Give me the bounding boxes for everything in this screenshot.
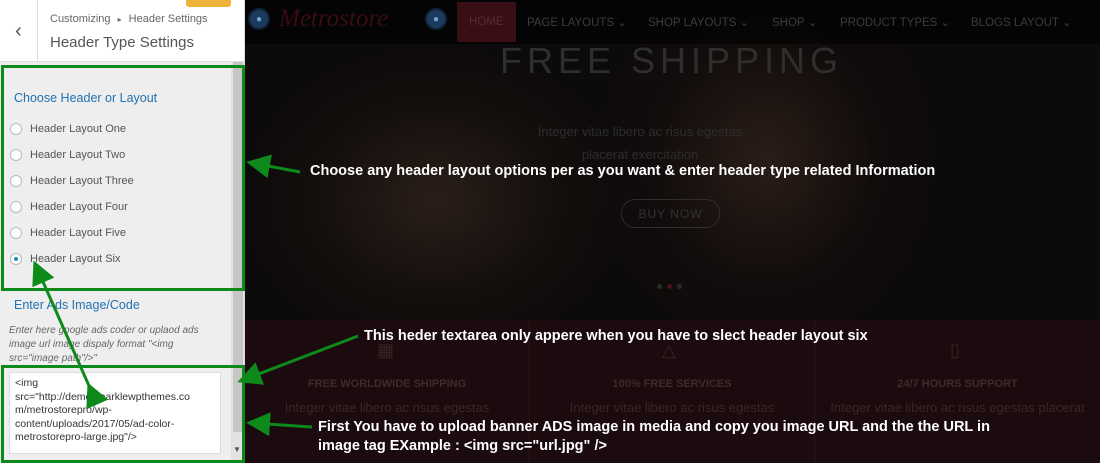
slider-dots xyxy=(657,284,682,289)
site-navbar: ● Metrostore ● HOME PAGE LAYOUTS ⌄ SHOP … xyxy=(245,0,1100,44)
site-logo[interactable]: Metrostore xyxy=(279,5,388,33)
radio-label: Header Layout Six xyxy=(30,253,121,265)
feature-title: FREE WORLDWIDE SHIPPING xyxy=(307,378,467,390)
breadcrumb-root: Customizing xyxy=(50,13,111,25)
social-icon-left[interactable]: ● xyxy=(248,8,270,30)
back-button[interactable]: ‹ xyxy=(0,0,38,62)
feature-description: Integer vitae libero ac risus egestas pl… xyxy=(830,400,1085,415)
nav-blogs-layout[interactable]: BLOGS LAYOUT ⌄ xyxy=(971,2,1072,42)
annotation-upload-line2: image tag EXample : <img src="url.jpg" /… xyxy=(318,438,607,454)
radio-header-layout-four[interactable]: Header Layout Four xyxy=(10,199,128,215)
ads-code-textarea[interactable]: <img src="http://demo.sparklewpthemes.co… xyxy=(9,372,221,454)
radio-button-checked[interactable] xyxy=(10,253,22,265)
annotation-upload-note: First You have to upload banner ADS imag… xyxy=(318,418,1088,456)
header-layout-section-title: Choose Header or Layout xyxy=(14,91,158,105)
radio-header-layout-three[interactable]: Header Layout Three xyxy=(10,173,134,189)
feature-description: Integer vitae libero ac risus egestas xyxy=(284,400,490,415)
radio-header-layout-six[interactable]: Header Layout Six xyxy=(10,251,121,267)
site-preview: ● Metrostore ● HOME PAGE LAYOUTS ⌄ SHOP … xyxy=(245,0,1100,463)
customizer-header: ‹ Customizing ▸ Header Settings Header T… xyxy=(0,0,244,62)
radio-button[interactable] xyxy=(10,123,22,135)
chevron-left-icon: ‹ xyxy=(15,19,22,42)
radio-label: Header Layout Four xyxy=(30,201,128,213)
hero-subtitle-line1: Integer vitae libero ac risus egestas xyxy=(537,124,743,139)
nav-home[interactable]: HOME xyxy=(457,2,516,42)
panel-title: Header Type Settings xyxy=(50,34,194,51)
breadcrumb: Customizing ▸ Header Settings xyxy=(50,13,208,25)
nav-page-layouts[interactable]: PAGE LAYOUTS ⌄ xyxy=(527,2,627,42)
feature-title: 100% FREE SERVICES xyxy=(612,378,732,390)
publish-button[interactable] xyxy=(186,0,231,7)
annotation-upload-line1: First You have to upload banner ADS imag… xyxy=(318,419,990,435)
feature-description: Integer vitae libero ac risus egestas xyxy=(569,400,775,415)
customizer-sidebar: ‹ Customizing ▸ Header Settings Header T… xyxy=(0,0,245,463)
social-icon-right[interactable]: ● xyxy=(425,8,447,30)
ads-section-title: Enter Ads Image/Code xyxy=(14,298,140,312)
scrollbar-thumb[interactable] xyxy=(233,62,243,432)
buy-now-button[interactable]: BUY NOW xyxy=(621,199,720,228)
nav-product-types[interactable]: PRODUCT TYPES ⌄ xyxy=(840,2,950,42)
radio-label: Header Layout Three xyxy=(30,175,134,187)
radio-header-layout-two[interactable]: Header Layout Two xyxy=(10,147,125,163)
radio-header-layout-one[interactable]: Header Layout One xyxy=(10,121,126,137)
slider-dot-active[interactable] xyxy=(667,284,672,289)
radio-button[interactable] xyxy=(10,149,22,161)
breadcrumb-current: Header Settings xyxy=(128,13,208,25)
feature-title: 24/7 HOURS SUPPORT xyxy=(897,378,1018,390)
annotation-layout-note: Choose any header layout options per as … xyxy=(310,163,936,179)
nav-shop[interactable]: SHOP ⌄ xyxy=(772,2,817,42)
breadcrumb-separator: ▸ xyxy=(117,15,122,24)
hero-subtitle-line2: placerat exercitation xyxy=(581,147,699,162)
scroll-down-icon[interactable]: ▼ xyxy=(233,445,241,454)
radio-label: Header Layout Two xyxy=(30,149,126,161)
slider-dot[interactable] xyxy=(657,284,662,289)
radio-button[interactable] xyxy=(10,227,22,239)
radio-header-layout-five[interactable]: Header Layout Five xyxy=(10,225,126,241)
nav-shop-layouts[interactable]: SHOP LAYOUTS ⌄ xyxy=(648,2,749,42)
radio-label: Header Layout Five xyxy=(30,227,126,239)
hero-heading: FREE SHIPPING xyxy=(500,40,844,81)
phone-icon: ▯ xyxy=(950,340,960,360)
radio-label: Header Layout One xyxy=(30,123,127,135)
ads-description: Enter here google ads coder or uplaod ad… xyxy=(9,325,199,364)
slider-dot[interactable] xyxy=(677,284,682,289)
annotation-textarea-note: This heder textarea only appere when you… xyxy=(364,328,868,344)
radio-button[interactable] xyxy=(10,175,22,187)
radio-button[interactable] xyxy=(10,201,22,213)
